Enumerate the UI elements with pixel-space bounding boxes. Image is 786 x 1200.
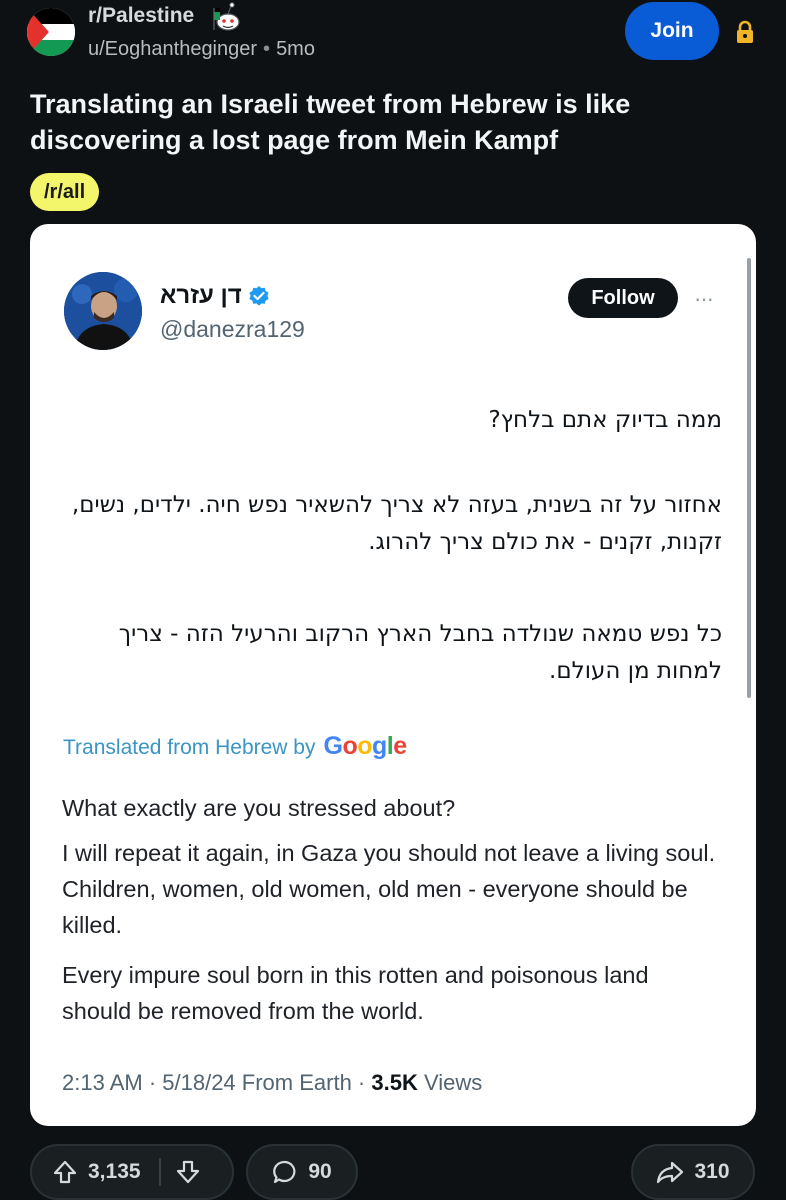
google-letter: g bbox=[372, 732, 387, 760]
join-button[interactable]: Join bbox=[625, 2, 719, 60]
tweet-hebrew-line-2: אחזור על זה בשנית, בעזה לא צריך להשאיר נ… bbox=[71, 492, 722, 555]
upvote-icon[interactable] bbox=[52, 1159, 78, 1185]
google-letter: o bbox=[342, 732, 358, 760]
vote-score: 3,135 bbox=[88, 1160, 141, 1183]
meta-separator: • bbox=[263, 38, 271, 60]
tweet-timestamp: 2:13 AM · 5/18/24 From Earth · 3.5K View… bbox=[62, 1070, 482, 1096]
tweet-english-line-2: I will repeat it again, in Gaza you shou… bbox=[62, 840, 716, 938]
downvote-icon[interactable] bbox=[175, 1159, 201, 1185]
google-letter: e bbox=[393, 732, 407, 760]
post-age: 5mo bbox=[276, 38, 315, 60]
lock-icon bbox=[737, 20, 753, 43]
tweet-hebrew-line-1: ממה בדיוק אתם בלחץ? bbox=[488, 407, 722, 433]
follow-button: Follow bbox=[568, 278, 678, 318]
more-options-icon: ··· bbox=[694, 286, 714, 311]
comments-button[interactable]: 90 bbox=[246, 1144, 358, 1200]
tweet-hebrew-line-3: כל נפש טמאה שנולדה בחבל הארץ הרקוב והרעי… bbox=[118, 621, 722, 684]
post-title[interactable]: Translating an Israeli tweet from Hebrew… bbox=[30, 86, 730, 158]
reddit-post-view: r/Palestine u/Eoghantheginger • 5mo Join T… bbox=[0, 0, 786, 1200]
google-letter: o bbox=[357, 732, 372, 760]
translated-label: Translated from Hebrew by bbox=[63, 736, 316, 759]
subreddit-name[interactable]: r/Palestine bbox=[88, 4, 194, 28]
comment-count: 90 bbox=[308, 1160, 332, 1183]
post-header: r/Palestine u/Eoghantheginger • 5mo Join bbox=[0, 0, 786, 76]
views-count: 3.5K bbox=[371, 1070, 418, 1095]
palestine-flag-icon bbox=[27, 8, 75, 56]
share-arrow-icon bbox=[657, 1161, 684, 1184]
tweet-english-line-3: Every impure soul born in this rotten an… bbox=[62, 962, 649, 1024]
subreddit-avatar[interactable] bbox=[27, 8, 75, 56]
post-meta: u/Eoghantheginger • 5mo bbox=[88, 38, 315, 61]
views-label: Views bbox=[417, 1070, 483, 1095]
verified-badge-icon bbox=[249, 286, 269, 306]
translation-attribution: Translated from Hebrew by Google bbox=[63, 732, 407, 761]
google-letter: G bbox=[323, 732, 343, 760]
tweet-author-avatar bbox=[64, 272, 142, 350]
google-logo: Google bbox=[323, 732, 407, 761]
profile-photo-icon bbox=[64, 272, 142, 350]
share-count: 310 bbox=[694, 1160, 730, 1183]
vote-divider bbox=[158, 1158, 161, 1186]
post-flair[interactable]: /r/all bbox=[30, 173, 100, 211]
tweet-name-row: דן עזרא bbox=[160, 282, 270, 310]
tweet-screenshot-image[interactable]: דן עזרא @danezra129 Follow ··· ממה בדיוק… bbox=[30, 224, 756, 1126]
snoo-mascot-icon bbox=[213, 2, 240, 31]
author-name[interactable]: u/Eoghantheginger bbox=[88, 38, 257, 60]
tweet-handle: @danezra129 bbox=[160, 316, 305, 342]
tweet-english-line-1: What exactly are you stressed about? bbox=[62, 795, 456, 821]
image-scrollbar bbox=[747, 258, 751, 698]
comment-bubble-icon bbox=[273, 1160, 296, 1184]
vote-bar: 3,135 bbox=[30, 1144, 234, 1200]
share-button[interactable]: 310 bbox=[631, 1144, 755, 1200]
timestamp-text: 2:13 AM · 5/18/24 From Earth · bbox=[62, 1070, 372, 1095]
tweet-display-name: דן עזרא bbox=[160, 282, 242, 309]
